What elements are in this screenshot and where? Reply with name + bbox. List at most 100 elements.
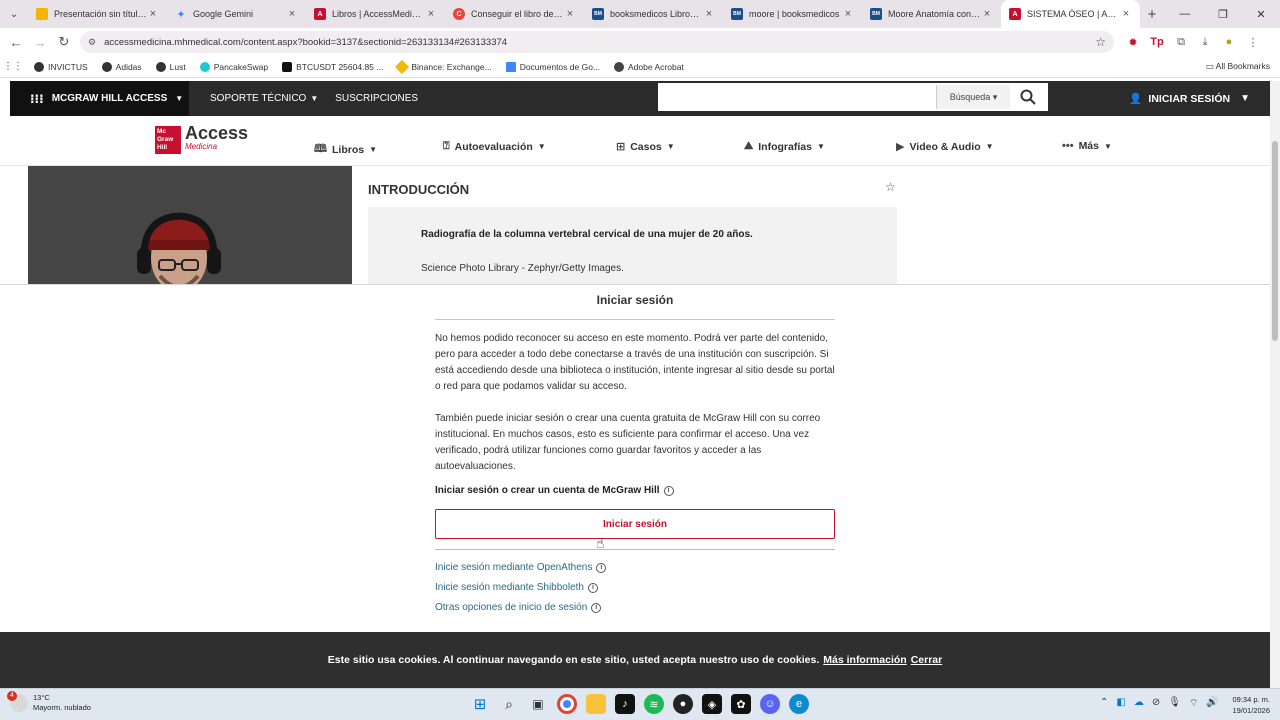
search-button[interactable]	[1010, 83, 1046, 111]
more-icon: •••	[1062, 140, 1074, 152]
chatgpt-icon[interactable]: ✿	[731, 694, 751, 714]
info-icon[interactable]: i	[587, 582, 598, 593]
bookmark-item[interactable]: Lust	[155, 61, 186, 72]
minimize-icon[interactable]: —	[1166, 0, 1204, 28]
close-icon[interactable]: ×	[842, 8, 854, 20]
bookmark-item[interactable]: Binance: Exchange...	[395, 59, 492, 74]
extension-icons: ✹ Tp ⧉ ⤓ ● ⋮	[1124, 28, 1262, 56]
close-icon[interactable]: ×	[286, 8, 298, 20]
browser-tab-active[interactable]: A SISTEMA ÓSEO | Anatomía ×	[1001, 0, 1140, 28]
signin-label: INICIAR SESIÓN	[1148, 92, 1231, 105]
spotify-icon[interactable]: ≋	[644, 694, 664, 714]
bookmark-item[interactable]: INVICTUS	[34, 61, 88, 72]
discord-icon[interactable]: ☺	[760, 694, 780, 714]
taskbar-clock[interactable]: 09:34 p. m. 19/01/2026	[1232, 694, 1270, 716]
windows-start-icon[interactable]: ⊞	[470, 694, 490, 714]
close-icon[interactable]: ×	[703, 8, 715, 20]
caret-down-icon: ▼	[816, 142, 825, 151]
nav-casos[interactable]: ⊞ Casos ▼	[616, 140, 675, 154]
nav-infografias[interactable]: ⛰ Infografías ▼	[744, 140, 825, 153]
tab-search-icon[interactable]: ⌄	[0, 0, 28, 28]
volume-icon[interactable]: 🔊	[1206, 697, 1218, 710]
scrollbar-thumb[interactable]	[1272, 141, 1278, 341]
bookmark-item[interactable]: Adobe Acrobat	[614, 61, 684, 72]
restore-icon[interactable]: ❐	[1204, 0, 1242, 28]
tray-app-icon[interactable]: ☁	[1134, 697, 1144, 710]
avatar[interactable]: ●	[1220, 36, 1238, 48]
info-icon[interactable]: i	[591, 602, 602, 613]
bookmark-item[interactable]: BTCUSDT 25604.85 ...	[282, 61, 383, 72]
tray-app-icon[interactable]: ⊘	[1152, 697, 1160, 710]
bookmark-item[interactable]: Adidas	[101, 61, 142, 72]
search-icon[interactable]: ⌕	[499, 694, 519, 714]
link-label: Inicie sesión mediante OpenAthens	[435, 562, 593, 573]
info-icon[interactable]: i	[663, 485, 674, 496]
browser-tab[interactable]: C Conseguir el libro de Moore ×	[445, 0, 584, 28]
browser-tab[interactable]: BM moore | booksmedicos ×	[723, 0, 862, 28]
reload-icon[interactable]: ↻	[52, 34, 76, 50]
puzzle-icon[interactable]: ⧉	[1172, 36, 1190, 49]
game-controller-icon[interactable]: ◈	[702, 694, 722, 714]
browser-tab[interactable]: BM Moore Anatomía con Orientación Clínic…	[862, 0, 1001, 28]
close-icon[interactable]: ×	[147, 8, 159, 20]
extension-icon[interactable]: ✹	[1124, 36, 1142, 49]
page-scrollbar[interactable]	[1270, 81, 1280, 688]
chevron-up-icon[interactable]: ⌃	[1100, 697, 1108, 710]
other-signin-options-link[interactable]: Otras opciones de inicio de sesión i	[435, 602, 602, 613]
nav-mas[interactable]: ••• Más ▼	[1062, 140, 1112, 152]
site-info-icon[interactable]: ⚙	[88, 37, 96, 48]
wifi-icon[interactable]: ⌔	[1189, 697, 1198, 710]
close-icon[interactable]: ×	[425, 8, 437, 20]
globe-icon	[155, 61, 166, 72]
accessmedicina-logo[interactable]: Mc Graw Hill Access Medicina	[155, 124, 248, 154]
browser-tab[interactable]: BM booksmedicos Libros de Medicina ×	[584, 0, 723, 28]
file-explorer-icon[interactable]	[586, 694, 606, 714]
tiktok-icon[interactable]: ♪	[615, 694, 635, 714]
nav-libros[interactable]: 🕮 Libros ▼	[314, 140, 377, 159]
bookmark-item[interactable]: PancakeSwap	[199, 61, 268, 72]
address-bar[interactable]: ⚙ accessmedicina.mhmedical.com/content.a…	[80, 31, 1114, 53]
signin-menu[interactable]: 👤 INICIAR SESIÓN ▼	[1129, 81, 1250, 116]
new-tab-button[interactable]: +	[1140, 6, 1164, 23]
search-scope-select[interactable]: Búsqueda ▾	[936, 85, 1010, 109]
menu-dots-icon[interactable]: ⋮	[1244, 36, 1262, 49]
edge-icon[interactable]: e	[789, 694, 809, 714]
cookie-more-info-link[interactable]: Más información	[823, 654, 906, 666]
signin-button[interactable]: Iniciar sesión	[435, 509, 835, 539]
bookmark-item[interactable]: Documentos de Go...	[505, 61, 600, 72]
close-icon[interactable]: ×	[1120, 8, 1132, 20]
browser-tab[interactable]: Presentación sin título - Google Slides …	[28, 0, 167, 28]
microphone-icon[interactable]: 🎙	[1168, 697, 1181, 710]
tray-app-icon[interactable]: ◧	[1116, 697, 1125, 710]
mcgraw-hill-access-menu[interactable]: ⁝⁝⁝ MCGRAW HILL ACCESS ▼	[10, 81, 189, 116]
support-menu[interactable]: SOPORTE TÉCNICO ▼	[210, 93, 318, 104]
favorite-star-icon[interactable]: ☆	[885, 180, 896, 194]
nav-video-audio[interactable]: ▶ Video & Audio ▼	[896, 140, 994, 154]
shibboleth-link[interactable]: Inicie sesión mediante Shibboleth i	[435, 582, 598, 593]
download-icon[interactable]: ⤓	[1196, 36, 1214, 49]
info-icon[interactable]: i	[596, 562, 607, 573]
apps-grid-icon[interactable]: ⋮⋮	[0, 61, 26, 72]
close-window-icon[interactable]: ✕	[1242, 0, 1280, 28]
all-bookmarks-button[interactable]: ▭ All Bookmarks	[1206, 61, 1270, 72]
chrome-icon[interactable]	[557, 694, 577, 714]
task-view-icon[interactable]: ▣	[528, 694, 548, 714]
close-icon[interactable]: ×	[564, 8, 576, 20]
cookie-close-link[interactable]: Cerrar	[911, 654, 943, 666]
app-icon[interactable]: ●	[673, 694, 693, 714]
browser-tab[interactable]: A Libros | AccessMedicina | McGraw Hill …	[306, 0, 445, 28]
subscriptions-link[interactable]: SUSCRIPCIONES	[335, 93, 418, 104]
bookmark-star-icon[interactable]: ☆	[1095, 35, 1106, 49]
extension-icon[interactable]: Tp	[1148, 36, 1166, 48]
search-input[interactable]	[658, 84, 936, 110]
weather-widget[interactable]: 4 13°C Mayorm. nublado	[7, 691, 91, 713]
openathens-link[interactable]: Inicie sesión mediante OpenAthens i	[435, 562, 607, 573]
url-text: accessmedicina.mhmedical.com/content.asp…	[104, 36, 508, 48]
browser-tab[interactable]: ✦ Google Gemini ×	[167, 0, 306, 28]
close-icon[interactable]: ×	[981, 8, 993, 20]
nav-label: Casos	[630, 140, 662, 153]
forward-icon[interactable]: →	[28, 35, 52, 50]
back-icon[interactable]: ←	[4, 35, 28, 50]
nav-label: Autoevaluación	[454, 140, 533, 153]
nav-autoevaluacion[interactable]: ⍰ Autoevaluación ▼	[443, 140, 546, 153]
